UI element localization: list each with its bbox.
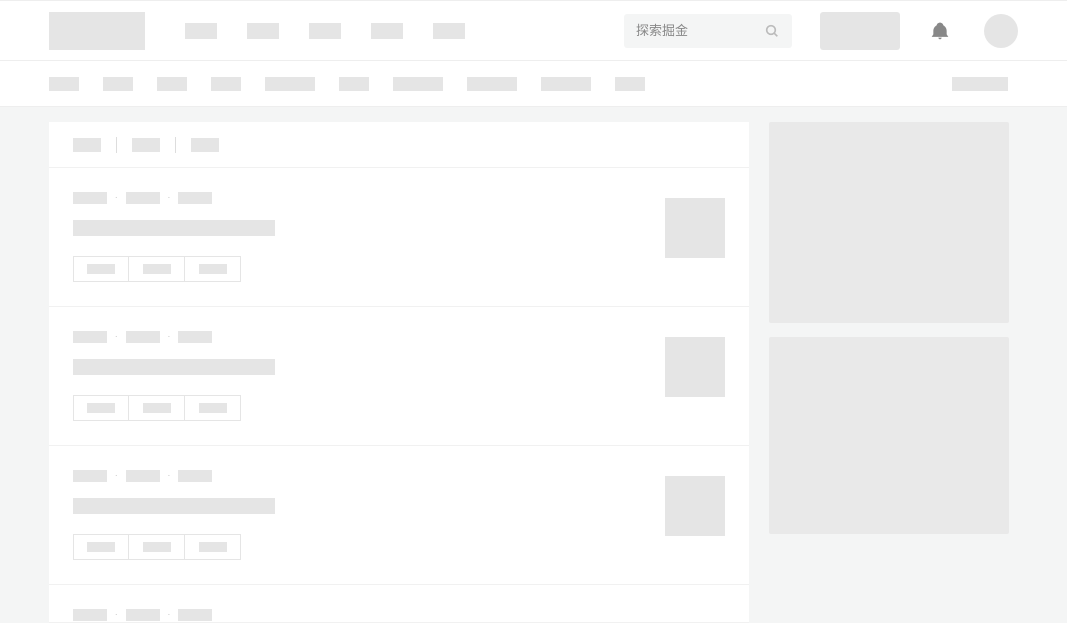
sub-nav <box>0 61 1067 107</box>
meta-dot: · <box>168 332 171 343</box>
sidebar <box>769 122 1009 534</box>
tag-placeholder[interactable] <box>73 534 129 560</box>
top-nav-items <box>185 23 624 39</box>
meta-placeholder <box>178 331 212 343</box>
sub-nav-item-placeholder[interactable] <box>49 77 79 91</box>
meta-placeholder <box>73 192 107 204</box>
tab-divider <box>116 137 117 153</box>
tag-placeholder[interactable] <box>129 395 185 421</box>
article-item[interactable]: · · <box>49 446 749 585</box>
tab-placeholder[interactable] <box>132 138 160 152</box>
tag-placeholder[interactable] <box>185 395 241 421</box>
title-placeholder <box>73 498 275 514</box>
sidebar-card-placeholder[interactable] <box>769 337 1009 534</box>
article-item[interactable]: · · <box>49 168 749 307</box>
article-meta: · · <box>73 470 641 482</box>
tag-placeholder[interactable] <box>185 256 241 282</box>
sub-nav-item-placeholder[interactable] <box>615 77 645 91</box>
title-placeholder <box>73 220 275 236</box>
tag-placeholder[interactable] <box>129 534 185 560</box>
meta-placeholder <box>178 609 212 621</box>
article-content: · · <box>73 609 725 623</box>
meta-placeholder <box>178 470 212 482</box>
nav-item-placeholder[interactable] <box>309 23 341 39</box>
tab-divider <box>175 137 176 153</box>
article-list: · · · · <box>49 122 749 623</box>
tab-placeholder[interactable] <box>191 138 219 152</box>
top-nav <box>0 0 1067 61</box>
nav-item-placeholder[interactable] <box>247 23 279 39</box>
tag-placeholder[interactable] <box>73 395 129 421</box>
tag-row <box>73 395 641 421</box>
sub-nav-right-placeholder[interactable] <box>952 77 1008 91</box>
nav-item-placeholder[interactable] <box>185 23 217 39</box>
meta-placeholder <box>126 470 160 482</box>
nav-item-placeholder[interactable] <box>433 23 465 39</box>
tab-placeholder[interactable] <box>73 138 101 152</box>
sub-nav-item-placeholder[interactable] <box>265 77 315 91</box>
thumbnail-placeholder <box>665 337 725 397</box>
article-meta: · · <box>73 609 725 621</box>
article-meta: · · <box>73 331 641 343</box>
meta-placeholder <box>126 609 160 621</box>
article-content: · · <box>73 331 641 421</box>
search-input[interactable] <box>636 23 764 38</box>
sub-nav-item-placeholder[interactable] <box>339 77 369 91</box>
meta-dot: · <box>168 610 171 621</box>
tag-placeholder[interactable] <box>185 534 241 560</box>
sub-nav-item-placeholder[interactable] <box>393 77 443 91</box>
search-icon[interactable] <box>764 23 780 39</box>
meta-dot: · <box>115 610 118 621</box>
thumbnail-placeholder <box>665 476 725 536</box>
article-item[interactable]: · · <box>49 585 749 623</box>
meta-placeholder <box>178 192 212 204</box>
meta-placeholder <box>73 470 107 482</box>
tag-row <box>73 256 641 282</box>
article-content: · · <box>73 192 641 282</box>
tag-placeholder[interactable] <box>73 256 129 282</box>
article-meta: · · <box>73 192 641 204</box>
main: · · · · <box>0 107 1067 623</box>
article-content: · · <box>73 470 641 560</box>
meta-placeholder <box>126 192 160 204</box>
sidebar-card-placeholder[interactable] <box>769 122 1009 323</box>
meta-dot: · <box>115 332 118 343</box>
tag-row <box>73 534 641 560</box>
meta-dot: · <box>115 471 118 482</box>
header-button-placeholder[interactable] <box>820 12 900 50</box>
meta-placeholder <box>126 331 160 343</box>
nav-item-placeholder[interactable] <box>371 23 403 39</box>
sub-nav-item-placeholder[interactable] <box>541 77 591 91</box>
logo-placeholder[interactable] <box>49 12 145 50</box>
avatar[interactable] <box>984 14 1018 48</box>
meta-dot: · <box>115 193 118 204</box>
sub-nav-item-placeholder[interactable] <box>103 77 133 91</box>
article-item[interactable]: · · <box>49 307 749 446</box>
meta-dot: · <box>168 471 171 482</box>
title-placeholder <box>73 359 275 375</box>
tag-placeholder[interactable] <box>129 256 185 282</box>
meta-placeholder <box>73 331 107 343</box>
meta-dot: · <box>168 193 171 204</box>
bell-icon[interactable] <box>930 21 950 41</box>
thumbnail-placeholder <box>665 198 725 258</box>
tabs-bar <box>49 122 749 168</box>
sub-nav-item-placeholder[interactable] <box>157 77 187 91</box>
search-box[interactable] <box>624 14 792 48</box>
sub-nav-item-placeholder[interactable] <box>211 77 241 91</box>
sub-nav-item-placeholder[interactable] <box>467 77 517 91</box>
meta-placeholder <box>73 609 107 621</box>
